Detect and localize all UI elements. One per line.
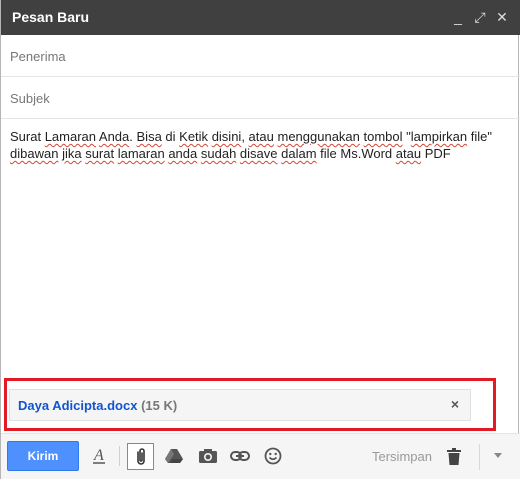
toolbar-divider <box>119 446 120 466</box>
body-text-segment: " <box>402 129 411 144</box>
body-text-segment: di <box>161 129 180 144</box>
attachment-filename: Daya Adicipta.docx <box>18 398 138 413</box>
misspelled-word: surat <box>85 146 115 161</box>
misspelled-word: anda <box>168 146 198 161</box>
saved-status: Tersimpan <box>372 449 432 464</box>
send-button[interactable]: Kirim <box>7 441 79 471</box>
misspelled-word: lamaran <box>117 146 165 161</box>
misspelled-word: tombol <box>363 129 403 144</box>
misspelled-word: dalam <box>281 146 317 161</box>
emoji-icon[interactable] <box>261 444 285 468</box>
misspelled-word: atau <box>395 146 422 161</box>
body-text-segment: file Ms.Word <box>316 146 396 161</box>
misspelled-word: Bisa <box>136 129 162 144</box>
close-icon[interactable]: ✕ <box>494 8 510 26</box>
misspelled-word: dibawan <box>10 146 59 161</box>
insert-photo-icon[interactable] <box>196 444 220 468</box>
attachment-chip[interactable]: Daya Adicipta.docx (15 K) × <box>9 389 471 421</box>
recipients-input[interactable] <box>10 46 500 66</box>
subject-input[interactable] <box>10 88 500 108</box>
misspelled-word: Anda <box>98 129 130 144</box>
body-text-segment: . <box>129 129 137 144</box>
compose-titlebar[interactable]: Pesan Baru _ ⤢ ✕ <box>1 0 520 35</box>
drive-icon[interactable] <box>162 444 186 468</box>
misspelled-word: atau <box>248 129 274 144</box>
format-text-icon[interactable]: A <box>87 444 111 468</box>
attachment-size: (15 K) <box>141 398 178 413</box>
message-body[interactable]: Surat Lamaran Anda. Bisa di Ketik disini… <box>10 128 510 162</box>
misspelled-word: Lamaran <box>44 129 96 144</box>
body-text-segment: PDF <box>421 146 451 161</box>
popout-icon[interactable]: ⤢ <box>472 8 488 26</box>
misspelled-word: Ketik <box>179 129 209 144</box>
insert-link-icon[interactable] <box>228 444 252 468</box>
misspelled-word: sudah <box>200 146 237 161</box>
misspelled-word: menggunakan <box>277 129 360 144</box>
subject-row <box>1 77 520 119</box>
attach-file-icon <box>136 447 145 465</box>
recipients-row <box>1 35 520 77</box>
attachment-link[interactable]: Daya Adicipta.docx (15 K) <box>18 398 177 413</box>
attach-file-button[interactable] <box>127 443 154 470</box>
toolbar-divider <box>479 444 480 470</box>
compose-toolbar: Kirim A Tersimpan <box>1 433 520 479</box>
compose-window: Pesan Baru _ ⤢ ✕ Surat Lamaran Anda. Bis… <box>0 0 520 479</box>
message-body-line-2: dibawan jika surat lamaran anda sudah di… <box>10 145 510 162</box>
remove-attachment-icon[interactable]: × <box>448 396 462 414</box>
svg-text:A: A <box>93 447 104 464</box>
misspelled-word: disave <box>239 146 278 161</box>
more-options-icon[interactable] <box>491 448 505 462</box>
misspelled-word: lampirkan <box>410 129 468 144</box>
message-body-line-1: Surat Lamaran Anda. Bisa di Ketik disini… <box>10 128 510 145</box>
trash-icon[interactable] <box>442 444 466 468</box>
minimize-icon[interactable]: _ <box>450 8 466 26</box>
body-text-segment: file" <box>467 129 492 144</box>
compose-title: Pesan Baru <box>12 9 90 25</box>
misspelled-word: jika <box>62 146 82 161</box>
body-text-segment: Surat <box>10 129 45 144</box>
body-text-segment: , <box>241 129 249 144</box>
misspelled-word: disini <box>211 129 242 144</box>
